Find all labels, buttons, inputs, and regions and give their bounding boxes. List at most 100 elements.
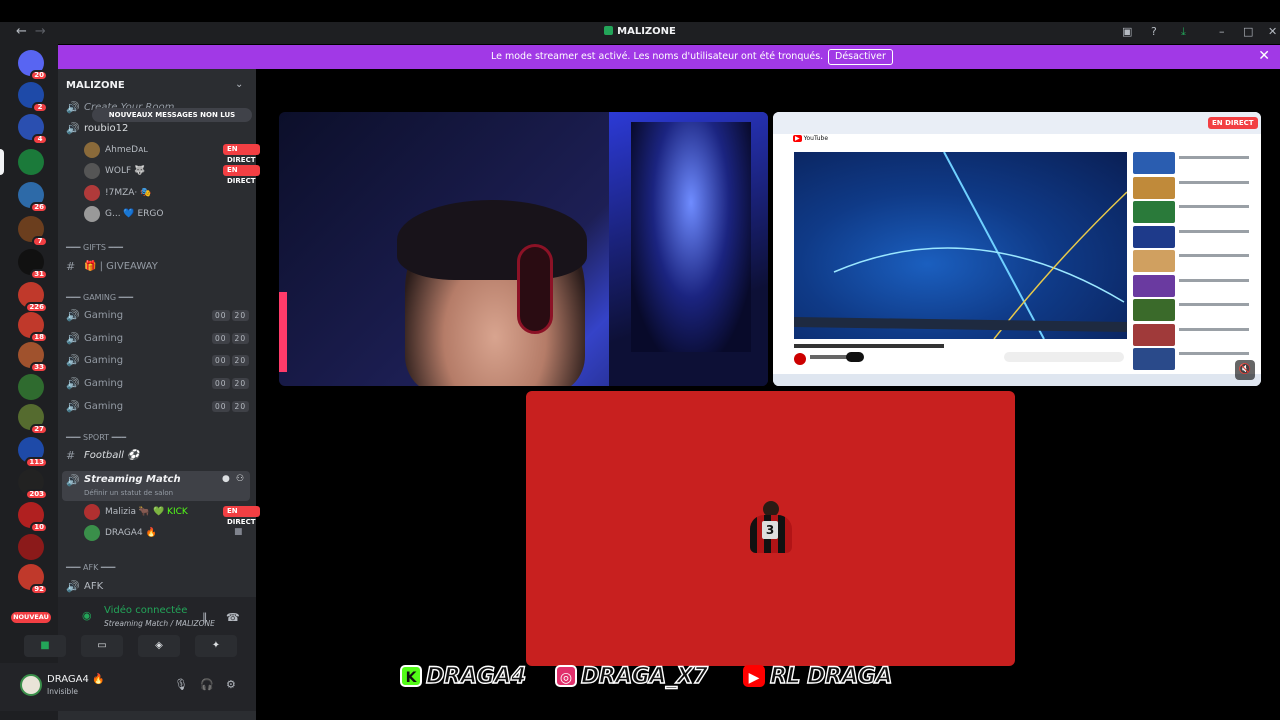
close-icon[interactable]: ✕ xyxy=(1268,25,1277,38)
participant-tile[interactable]: 3 xyxy=(526,391,1015,666)
video-thumbnail xyxy=(1133,299,1175,321)
headphones-icon[interactable]: 🎧 xyxy=(200,678,214,691)
server-icon[interactable]: 226 xyxy=(18,282,48,313)
voice-channel-gaming[interactable]: 🔊 Gaming 00 20 xyxy=(58,397,256,417)
voice-user[interactable]: Malizia 🐂 💚 KICK EN DIRECT xyxy=(84,503,260,526)
voice-status[interactable]: Vidéo connectée xyxy=(104,605,187,616)
kick-handle: DRAGA4 xyxy=(425,663,527,689)
category-sport[interactable]: ━━━ SPORT ━━━ xyxy=(66,433,126,442)
soundboard-button[interactable]: ✦ xyxy=(195,635,237,657)
voice-user[interactable]: AhmeDᴀʟ EN DIRECT xyxy=(84,141,260,164)
server-icon[interactable]: 2 xyxy=(18,82,48,113)
server-icon[interactable]: 10 xyxy=(18,502,48,533)
screen-share-button[interactable]: ▭ xyxy=(81,635,123,657)
voice-channel-roubio12[interactable]: 🔊 roubio12 xyxy=(58,119,256,139)
screen-share-tile[interactable]: ▶ YouTube xyxy=(773,112,1261,386)
server-icon[interactable]: 18 xyxy=(18,312,48,343)
download-icon[interactable]: ⤓ xyxy=(1181,25,1186,39)
server-icon[interactable]: 7 xyxy=(18,216,48,247)
guild-name[interactable]: MALIZONE xyxy=(66,80,125,91)
avatar: 3 xyxy=(748,501,794,553)
category-gaming[interactable]: ━━━ GAMING ━━━ xyxy=(66,293,133,302)
server-icon[interactable]: 27 xyxy=(18,404,48,435)
noise-suppression-icon[interactable]: ∥ xyxy=(202,611,208,624)
user-limit: 00 20 xyxy=(212,355,251,367)
voice-channel-gaming[interactable]: 🔊 Gaming 00 20 xyxy=(58,329,256,349)
video-thumbnail xyxy=(1133,176,1175,199)
gear-icon[interactable]: ⚙ xyxy=(226,678,236,691)
disable-streamer-button[interactable]: Désactiver xyxy=(828,49,893,65)
mention-badge: 20 xyxy=(30,70,48,81)
category-afk[interactable]: ━━━ AFK ━━━ xyxy=(66,563,115,572)
add-user-icon[interactable]: ⚇ xyxy=(236,474,244,484)
server-logo-icon xyxy=(604,26,614,35)
voice-channel-path[interactable]: Streaming Match / MALIZONE xyxy=(104,619,215,628)
hashtag-icon: # xyxy=(66,260,76,273)
voice-channel-gaming[interactable]: 🔊 Gaming 00 20 xyxy=(58,306,256,326)
mention-badge: 7 xyxy=(32,236,48,247)
live-badge: EN DIRECT xyxy=(223,165,260,185)
server-icon[interactable] xyxy=(18,374,44,400)
channel-status[interactable]: Définir un statut de salon xyxy=(84,489,173,497)
avatar xyxy=(84,142,100,158)
video-thumbnail xyxy=(1133,201,1175,223)
server-icon[interactable]: 113 xyxy=(18,437,48,468)
video-thumbnail xyxy=(1133,250,1175,272)
streaming-channel-name: Streaming Match xyxy=(84,474,181,485)
social-overlay: K DRAGA4 ◎ DRAGA_X7 ▶ RL DRAGA xyxy=(400,663,922,690)
instagram-handle: DRAGA_X7 xyxy=(580,663,708,689)
avatar[interactable] xyxy=(20,674,42,696)
voice-user[interactable]: WOLF 🐺 EN DIRECT xyxy=(84,162,260,185)
inbox-icon[interactable]: ▣ xyxy=(1122,25,1132,38)
voice-channel-gaming[interactable]: 🔊 Gaming 00 20 xyxy=(58,351,256,371)
user-limit: 00 20 xyxy=(212,310,251,321)
chat-icon[interactable]: ● xyxy=(222,474,230,484)
server-icon[interactable]: 26 xyxy=(18,182,48,213)
voice-channel-gaming[interactable]: 🔊 Gaming 00 20 xyxy=(58,374,256,394)
voice-user[interactable]: DRAGA4 🔥 ■ xyxy=(84,524,254,542)
activities-button[interactable]: ◈ xyxy=(138,635,180,657)
video-frame-graphic xyxy=(793,151,1128,340)
server-icon[interactable] xyxy=(18,149,44,175)
speaker-icon: 🔊 xyxy=(66,309,80,322)
video-thumbnail xyxy=(1133,274,1175,297)
voice-user[interactable]: G... 💙 ERGO xyxy=(84,205,254,223)
recommended-videos xyxy=(1133,152,1253,377)
video-thumbnail xyxy=(1133,323,1175,346)
channel-football[interactable]: # Football ⚽ xyxy=(58,446,256,466)
mute-icon[interactable]: 🔇 xyxy=(1235,360,1255,380)
voice-user-name: DRAGA4 🔥 xyxy=(105,528,157,538)
microphone-icon[interactable]: 🎙 xyxy=(174,678,188,691)
youtube-icon: ▶ xyxy=(743,665,765,687)
server-icon[interactable]: 20 xyxy=(18,50,48,81)
new-servers-badge[interactable]: NOUVEAU xyxy=(11,612,51,623)
camera-icon: ■ xyxy=(234,527,243,537)
server-icon[interactable] xyxy=(18,534,44,560)
category-gifts[interactable]: ━━━ GIFTS ━━━ xyxy=(66,243,123,252)
avatar xyxy=(84,504,100,520)
server-icon[interactable]: 4 xyxy=(18,114,48,145)
banner-close-icon[interactable]: ✕ xyxy=(1258,48,1270,64)
server-icon[interactable]: 33 xyxy=(18,342,48,373)
server-icon[interactable]: 31 xyxy=(18,249,48,280)
user-limit: 00 20 xyxy=(212,400,251,412)
voice-user[interactable]: !7MZA· 🎭 xyxy=(84,184,254,202)
taskbar xyxy=(773,374,1261,386)
video-title-line xyxy=(1179,327,1249,331)
maximize-icon[interactable]: □ xyxy=(1243,25,1253,38)
server-icon[interactable]: 92 xyxy=(18,564,48,595)
voice-channel-streaming-match[interactable]: 🔊 Streaming Match Définir un statut de s… xyxy=(62,471,250,501)
voice-user-name: AhmeDᴀʟ xyxy=(105,145,148,155)
webcam-tile[interactable] xyxy=(279,112,768,386)
disconnect-icon[interactable]: ☎ xyxy=(226,611,240,624)
channel-giveaway[interactable]: # 🎁 | GIVEAWAY xyxy=(58,257,256,277)
minimize-icon[interactable]: – xyxy=(1219,25,1225,38)
streamer-hair xyxy=(397,200,587,280)
light-strip xyxy=(279,292,287,372)
chevron-down-icon[interactable]: ⌄ xyxy=(235,79,243,90)
voice-channel-afk[interactable]: 🔊 AFK xyxy=(58,577,256,597)
server-icon[interactable]: 203 xyxy=(18,469,48,500)
username[interactable]: DRAGA4 🔥 xyxy=(47,674,105,685)
help-icon[interactable]: ? xyxy=(1151,25,1157,38)
camera-button[interactable]: ■ xyxy=(24,635,66,657)
